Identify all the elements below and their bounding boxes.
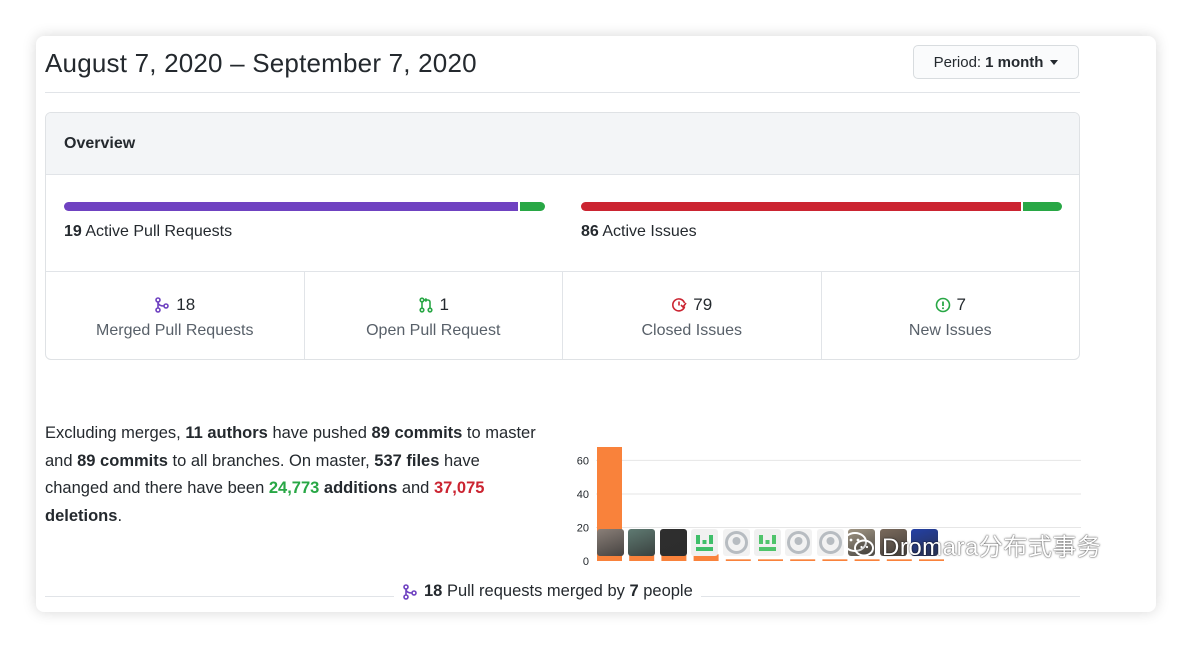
commit-summary: Excluding merges, 11 authors have pushed… [45, 420, 545, 530]
merged-prs-label: Merged Pull Requests [96, 322, 254, 339]
avatar-default-icon[interactable] [816, 529, 844, 556]
active-pr-label: Active Pull Requests [81, 223, 233, 240]
summary-authors[interactable]: 11 authors [185, 424, 268, 442]
avatar-identicon-icon[interactable] [691, 529, 719, 556]
open-prs-value: 1 [439, 295, 449, 314]
closed-issues-segment [581, 202, 1022, 211]
avatar-default-icon[interactable] [722, 529, 750, 556]
stat-open-pull-request[interactable]: 1 Open Pull Request [305, 272, 563, 359]
summary-commits-all[interactable]: 89 commits [77, 452, 168, 470]
summary-files: 537 files [374, 451, 440, 470]
header-divider [45, 92, 1080, 93]
merged-prs-section-heading: 18 Pull requests merged by 7 people [394, 582, 701, 601]
merged-by-count: 18 [424, 582, 443, 600]
git-merge-icon [155, 297, 170, 313]
open-prs-label: Open Pull Request [366, 322, 501, 339]
merged-by-text-end: people [638, 582, 693, 600]
merged-prs-value: 18 [176, 295, 196, 314]
overview-title: Overview [64, 135, 136, 152]
period-value: 1 month [985, 53, 1044, 71]
avatar-person-icon[interactable] [628, 529, 656, 556]
new-issues-label: New Issues [908, 322, 992, 339]
summary-commits-master[interactable]: 89 commits [372, 424, 463, 442]
period-prefix: Period: [933, 53, 982, 71]
commit-bar-author-5[interactable] [725, 559, 751, 561]
git-pull-request-icon [418, 297, 433, 313]
avatar-default-icon[interactable] [785, 529, 813, 556]
active-issues-link[interactable]: 86 Active Issues [581, 223, 697, 241]
stat-new-issues[interactable]: 7 New Issues [822, 272, 1080, 359]
active-pr-count: 19 [64, 223, 82, 240]
summary-deletions-count: 37,075 [433, 479, 485, 497]
stat-closed-issues[interactable]: 79 Closed Issues [563, 272, 822, 359]
stat-merged-pull-requests[interactable]: 18 Merged Pull Requests [46, 272, 305, 359]
commits-by-author-chart: 0 20 40 60 [577, 447, 1081, 568]
y-tick-label: 0 [583, 556, 589, 568]
y-tick-label: 60 [577, 455, 589, 467]
commit-bar-author-7[interactable] [790, 559, 816, 561]
period-dropdown-button[interactable]: Period: 1 month [913, 45, 1079, 79]
avatar-dark-icon[interactable] [659, 529, 687, 556]
overview-header: Overview [46, 113, 1079, 175]
active-pull-requests-link[interactable]: 19 Active Pull Requests [64, 223, 232, 241]
avatar-identicon-icon[interactable] [753, 529, 781, 556]
merged-by-people: 7 [629, 582, 639, 600]
summary-text: have pushed [267, 424, 372, 442]
summary-deletions-word: deletions [45, 506, 118, 525]
commit-bar-author-6[interactable] [758, 559, 783, 561]
merged-prs-segment [64, 202, 518, 211]
issues-progress-bar[interactable] [581, 202, 1062, 211]
caret-down-icon [1050, 59, 1059, 65]
git-merge-icon [403, 583, 417, 600]
open-prs-segment [519, 202, 545, 211]
pulse-card: August 7, 2020 – September 7, 2020 Perio… [36, 36, 1156, 612]
merged-by-text: Pull requests merged by [442, 582, 630, 600]
summary-additions-count: 24,773 [268, 479, 320, 497]
active-issues-count: 86 [581, 223, 599, 240]
summary-text: and [397, 479, 434, 497]
y-tick-label: 20 [577, 522, 589, 534]
new-issues-segment [1023, 202, 1062, 211]
watermark: Dromara分布式事务 [842, 527, 1101, 562]
y-tick-label: 40 [577, 489, 589, 501]
summary-text: . [117, 506, 123, 525]
page-title: August 7, 2020 – September 7, 2020 [45, 48, 477, 78]
summary-additions-word: additions [319, 479, 398, 497]
pull-requests-progress-bar[interactable] [64, 202, 545, 211]
active-issues-label: Active Issues [598, 223, 697, 240]
watermark-text: Dromara分布式事务 [882, 534, 1102, 561]
summary-text: Excluding merges, [45, 424, 186, 442]
wechat-icon [843, 531, 874, 556]
new-issues-value: 7 [956, 295, 966, 314]
summary-text: to all branches. On master, [167, 451, 375, 470]
issue-opened-icon [935, 297, 950, 313]
avatar-cat-icon[interactable] [597, 529, 624, 556]
issue-closed-icon [672, 298, 687, 312]
overview-panel: Overview 19 Active Pull Requests 86 Acti… [45, 112, 1080, 360]
overview-stats: 18 Merged Pull Requests 1 Open Pull Requ… [46, 271, 1080, 359]
closed-issues-label: Closed Issues [641, 322, 743, 339]
closed-issues-value: 79 [693, 295, 713, 314]
